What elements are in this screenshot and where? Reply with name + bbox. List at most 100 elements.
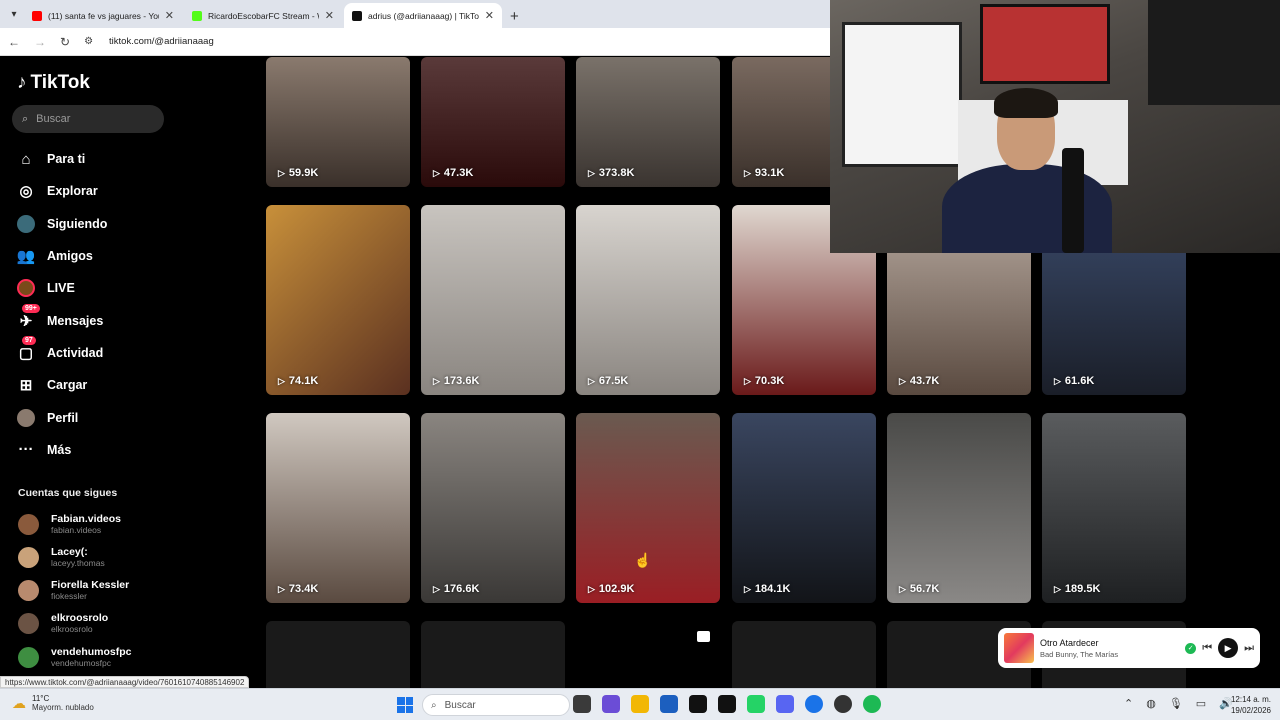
sidebar-item-para-ti[interactable]: ⌂ Para ti: [0, 143, 250, 175]
close-tab-icon[interactable]: ✕: [165, 9, 174, 22]
windows-start-icon[interactable]: [397, 697, 413, 713]
browser-tab-youtube[interactable]: (11) santa fe vs jaguares - YouTube ✕: [24, 3, 182, 28]
close-tab-icon[interactable]: ✕: [325, 9, 334, 22]
file-explorer-icon[interactable]: [631, 695, 649, 713]
tiktok-studio-icon[interactable]: [718, 695, 736, 713]
browser-tab-strip: ▾ (11) santa fe vs jaguares - YouTube ✕ …: [0, 0, 830, 28]
view-count-label: 61.6K: [1064, 375, 1095, 387]
home-icon: ⌂: [21, 150, 31, 168]
new-tab-button[interactable]: +: [510, 8, 519, 25]
sidebar-item-live[interactable]: LIVE: [0, 272, 250, 304]
chrome-icon[interactable]: [805, 695, 823, 713]
friends-icon: 👥: [16, 248, 36, 266]
video-thumbnail[interactable]: ▷ 102.9K: [576, 413, 720, 603]
taskbar-apps: [573, 695, 881, 713]
tab-title: adrius (@adriianaaag) | TikTok: [368, 10, 479, 21]
weather-widget[interactable]: ☁ 11°C Mayorm. nublado: [12, 694, 94, 712]
view-count-label: 93.1K: [754, 167, 785, 179]
play-icon: ▷: [278, 375, 285, 386]
microphone-icon[interactable]: 🎙: [1169, 697, 1183, 710]
sidebar-nav: ⌂ Para ti ◎ Explorar Siguiendo 👥 Amigos …: [0, 143, 250, 466]
following-account[interactable]: Lacey(: laceyy.thomas: [18, 546, 105, 568]
saved-check-icon[interactable]: ✓: [1185, 642, 1197, 654]
video-thumbnail[interactable]: ▷ 47.3K: [421, 57, 565, 187]
view-count: ▷ 373.8K: [588, 167, 634, 179]
sidebar-item-siguiendo[interactable]: Siguiendo: [0, 208, 250, 240]
view-count: ▷ 74.1K: [278, 375, 318, 387]
discord-icon[interactable]: [776, 695, 794, 713]
sidebar-item-amigos[interactable]: 👥 Amigos: [0, 240, 250, 272]
following-avatar-icon: [17, 214, 35, 233]
sidebar-item-cargar[interactable]: ⊞ Cargar: [0, 369, 250, 401]
video-thumbnail[interactable]: ▷ 184.1K: [732, 413, 876, 603]
video-thumbnail[interactable]: ▷ 73.4K: [266, 413, 410, 603]
play-icon: ▷: [588, 375, 595, 386]
following-accounts-title: Cuentas que sigues: [18, 487, 118, 499]
following-account[interactable]: elkroosrolo elkroosrolo: [18, 612, 108, 634]
whatsapp-icon[interactable]: [747, 695, 765, 713]
reload-icon[interactable]: ↻: [60, 35, 70, 49]
obs-icon[interactable]: [834, 695, 852, 713]
store-icon[interactable]: [660, 695, 678, 713]
sidebar-item-label: Cargar: [47, 378, 88, 393]
play-button[interactable]: ▶: [1218, 638, 1239, 658]
windows-taskbar: ☁ 11°C Mayorm. nublado ⌕ Buscar ⌃ ◍ 🎙 ▭ …: [0, 688, 1280, 720]
previous-track-icon[interactable]: ⏮: [1202, 642, 1212, 655]
sidebar-item-mensajes[interactable]: ✈ 99+ Mensajes: [0, 303, 250, 336]
cloud-sun-icon: ☁: [12, 694, 26, 711]
sidebar-item-perfil[interactable]: Perfil: [0, 401, 250, 433]
view-count: ▷ 73.4K: [278, 583, 318, 595]
next-track-icon[interactable]: ⏭: [1244, 642, 1254, 655]
following-account[interactable]: vendehumosfpc vendehumosfpc: [18, 646, 132, 668]
live-icon: [17, 279, 35, 298]
following-account[interactable]: Fabian.videos fabian.videos: [18, 513, 121, 535]
view-count-label: 184.1K: [754, 583, 791, 595]
avatar: [18, 646, 39, 668]
video-thumbnail[interactable]: ▷ 56.7K: [887, 413, 1031, 603]
sidebar-item-mas[interactable]: ··· Más: [0, 434, 250, 466]
video-thumbnail[interactable]: ▷ 176.6K: [421, 413, 565, 603]
chevron-up-icon[interactable]: ⌃: [1124, 697, 1133, 710]
view-count-label: 173.6K: [443, 375, 480, 387]
search-placeholder: Buscar: [36, 113, 71, 125]
video-thumbnail[interactable]: ▷ 59.9K: [266, 57, 410, 187]
track-info: Otro Atardecer Bad Bunny, The Marías: [1040, 638, 1179, 659]
back-arrow-icon[interactable]: ←: [8, 35, 20, 49]
account-name: elkroosrolo: [51, 612, 109, 624]
sidebar-item-actividad[interactable]: ▢ 97 Actividad: [0, 335, 250, 369]
tab-title: (11) santa fe vs jaguares - YouTube: [48, 10, 159, 21]
close-tab-icon[interactable]: ✕: [485, 9, 494, 22]
video-thumbnail[interactable]: ▷ 74.1K: [266, 205, 410, 395]
picture-in-picture-icon[interactable]: [697, 631, 710, 642]
forward-arrow-icon[interactable]: →: [34, 35, 46, 49]
tiktok-logo[interactable]: ♪ TikTok: [17, 72, 90, 94]
video-thumbnail[interactable]: ▷ 173.6K: [421, 205, 565, 395]
taskbar-clock[interactable]: 12:14 a. m. 19/02/2026: [1215, 694, 1271, 716]
video-thumbnail[interactable]: ▷ 189.5K: [1042, 413, 1186, 603]
activity-badge: 97: [22, 335, 36, 345]
account-name: Lacey(:: [51, 546, 88, 558]
video-thumbnail[interactable]: ▷ 373.8K: [576, 57, 720, 187]
search-input[interactable]: ⌕ Buscar: [12, 105, 164, 133]
activity-icon: ▢ 97: [17, 335, 36, 362]
spotify-icon[interactable]: [863, 695, 881, 713]
following-account[interactable]: Fiorella Kessler fiokessler: [18, 579, 129, 601]
play-icon: ▷: [588, 167, 595, 178]
site-info-icon[interactable]: ⚙: [84, 36, 93, 47]
television: [1148, 0, 1280, 105]
tiktok-app-icon[interactable]: [689, 695, 707, 713]
copilot-icon[interactable]: [602, 695, 620, 713]
display-icon[interactable]: ▭: [1196, 697, 1206, 710]
url-field[interactable]: tiktok.com/@adriianaaag: [109, 36, 214, 47]
view-count-label: 70.3K: [754, 375, 785, 387]
network-icon[interactable]: ◍: [1146, 697, 1156, 710]
browser-tab-kick[interactable]: RicardoEscobarFC Stream - Watch ✕: [184, 3, 342, 28]
browser-tab-tiktok[interactable]: adrius (@adriianaaag) | TikTok ✕: [344, 3, 502, 28]
tab-search-dropdown-icon[interactable]: ▾: [4, 3, 24, 25]
taskbar-search-input[interactable]: ⌕ Buscar: [422, 694, 570, 716]
play-icon: ▷: [744, 375, 751, 386]
sidebar-item-explorar[interactable]: ◎ Explorar: [0, 175, 250, 207]
video-thumbnail[interactable]: ▷ 67.5K: [576, 205, 720, 395]
task-view-icon[interactable]: [573, 695, 591, 713]
view-count-label: 373.8K: [598, 167, 635, 179]
